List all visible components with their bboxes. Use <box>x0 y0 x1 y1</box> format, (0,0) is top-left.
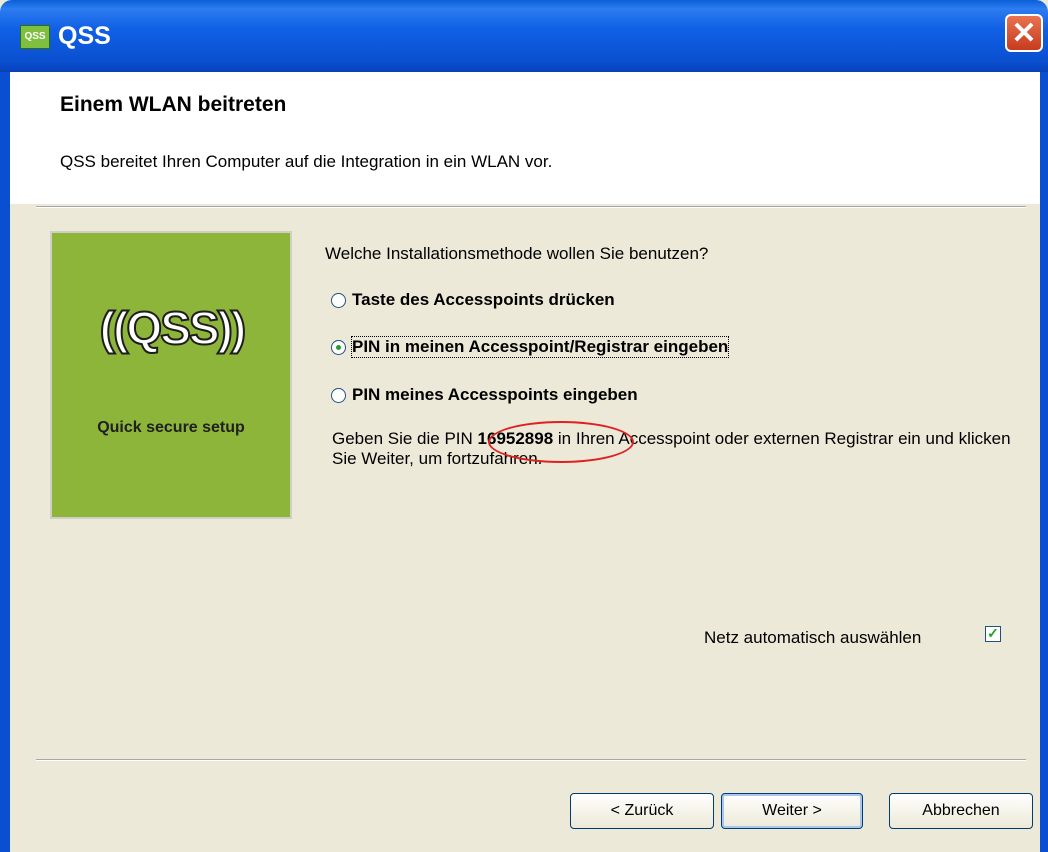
radio-label[interactable]: PIN in meinen Accesspoint/Registrar eing… <box>350 336 730 358</box>
radio-circle-icon[interactable] <box>331 292 346 308</box>
method-question: Welche Installationsmethode wollen Sie b… <box>325 244 709 263</box>
wizard-header: Einem WLAN beitreten QSS bereitet Ihren … <box>10 72 1040 204</box>
radio-circle-icon[interactable] <box>331 387 346 403</box>
close-button[interactable]: ✕ <box>1005 14 1043 52</box>
qss-app-icon: QSS <box>20 25 50 49</box>
title-bar: QSS QSS ✕ <box>0 0 1048 72</box>
page-title: Einem WLAN beitreten <box>60 93 287 116</box>
footer-divider <box>36 759 1026 761</box>
info-text-before: Geben Sie die PIN <box>332 429 478 448</box>
radio-pin-accesspoint[interactable]: PIN meines Accesspoints eingeben <box>331 385 638 405</box>
qss-wave-icon: ((QSS)) <box>99 301 247 355</box>
radio-label[interactable]: PIN meines Accesspoints eingeben <box>352 385 638 405</box>
radio-selected-icon[interactable] <box>331 339 346 355</box>
radio-push-button[interactable]: Taste des Accesspoints drücken <box>331 290 615 310</box>
back-button[interactable]: < Zurück <box>570 793 714 829</box>
logo-caption: Quick secure setup <box>97 419 245 436</box>
next-button[interactable]: Weiter > <box>721 793 863 829</box>
pin-highlight-circle <box>488 421 634 463</box>
qss-logo: ((QSS)) Quick secure setup <box>50 231 292 519</box>
auto-network-label[interactable]: Netz automatisch auswählen <box>704 628 921 648</box>
header-divider <box>36 206 1026 208</box>
window-border-left <box>0 72 10 852</box>
pin-instructions: Geben Sie die PIN 16952898 in Ihren Acce… <box>332 429 1022 469</box>
radio-label[interactable]: Taste des Accesspoints drücken <box>352 290 615 310</box>
auto-network-checkbox[interactable]: ✓ <box>985 626 1001 642</box>
window-title: QSS <box>58 22 111 50</box>
cancel-button[interactable]: Abbrechen <box>889 793 1033 829</box>
window-border-right <box>1040 72 1048 852</box>
page-subtitle: QSS bereitet Ihren Computer auf die Inte… <box>60 152 553 171</box>
radio-pin-registrar[interactable]: PIN in meinen Accesspoint/Registrar eing… <box>331 336 730 358</box>
